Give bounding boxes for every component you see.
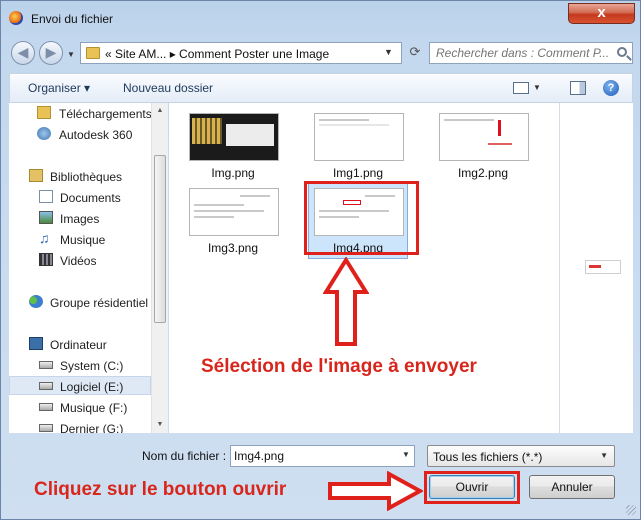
nav-item-label: Musique (60, 233, 106, 247)
nav-item-label: Images (60, 212, 100, 226)
back-button[interactable]: ◀ (11, 41, 35, 65)
view-options-chevron-icon[interactable]: ▼ (533, 83, 541, 92)
videos-icon (39, 253, 53, 266)
file-thumbnail (314, 113, 404, 161)
file-tile-img1[interactable]: Img1.png (310, 113, 406, 183)
navigation-pane: Téléchargements Autodesk 360 Bibliothèqu… (9, 103, 151, 433)
resize-grip-icon[interactable] (626, 505, 636, 515)
homegroup-icon (29, 295, 43, 308)
navigation-scrollbar[interactable]: ▲ ▼ (151, 103, 168, 433)
file-dialog-window: Envoi du fichier x ◀ ▶ ▼ « Site AM... ▸ … (0, 0, 641, 520)
filename-field[interactable]: ▼ (230, 445, 415, 467)
file-name-label: Img2.png (457, 166, 509, 180)
scroll-up-icon[interactable]: ▲ (154, 105, 166, 117)
up-arrow-annotation (323, 257, 369, 346)
nav-item-label: Documents (60, 191, 121, 205)
open-button[interactable]: Ouvrir (429, 475, 515, 499)
nav-item-label: Ordinateur (50, 338, 107, 352)
documents-icon (39, 190, 53, 203)
file-thumbnail (439, 113, 529, 161)
file-name-label: Img3.png (207, 241, 259, 255)
libraries-icon (29, 169, 43, 182)
right-arrow-annotation (328, 471, 423, 511)
download-folder-icon (37, 106, 51, 119)
filename-dropdown-chevron-icon[interactable]: ▼ (402, 450, 410, 459)
scrollbar-thumb[interactable] (154, 155, 166, 323)
annotation-selection-frame (304, 181, 419, 255)
music-icon: ♫ (39, 230, 50, 246)
title-bar: Envoi du fichier x (1, 1, 640, 33)
preview-pane (559, 103, 633, 433)
file-thumbnail (189, 188, 279, 236)
filename-label: Nom du fichier : (142, 449, 227, 463)
annotation-open-text: Cliquez sur le bouton ouvrir (34, 479, 287, 500)
nav-item-label: Bibliothèques (50, 170, 123, 184)
file-tile-img2[interactable]: Img2.png (435, 113, 531, 183)
annotation-selection-text: Sélection de l'image à envoyer (201, 356, 477, 377)
address-path[interactable]: « Site AM... ▸ Comment Poster une Image (105, 47, 329, 61)
help-icon[interactable]: ? (603, 80, 619, 96)
refresh-button[interactable]: ⟳ (403, 42, 427, 64)
filetype-value: Tous les fichiers (*.*) (433, 450, 543, 464)
firefox-icon (9, 11, 23, 25)
address-bar[interactable]: « Site AM... ▸ Comment Poster une Image … (80, 42, 402, 64)
nav-item-label: Musique (F:) (60, 401, 128, 415)
drive-icon (39, 382, 53, 390)
preview-thumbnail (585, 260, 621, 274)
search-box[interactable] (429, 42, 633, 64)
organise-button[interactable]: Organiser ▾ (28, 81, 90, 95)
filetype-select[interactable]: Tous les fichiers (*.*) ▼ (427, 445, 615, 467)
forward-button[interactable]: ▶ (39, 41, 63, 65)
drive-icon (39, 424, 53, 432)
toolbar: Organiser ▾ Nouveau dossier ▼ ? (9, 73, 633, 103)
nav-item-logiciel-e[interactable]: Logiciel (E:) (9, 376, 151, 395)
file-name-label: Img.png (211, 166, 255, 180)
nav-item-label: System (C:) (60, 359, 124, 373)
pictures-icon (39, 211, 53, 224)
folder-icon (86, 47, 100, 59)
drive-icon (39, 361, 53, 369)
nav-item-label: Vidéos (60, 254, 97, 268)
recent-locations-chevron-icon[interactable]: ▼ (67, 50, 75, 59)
search-input[interactable] (436, 43, 616, 63)
new-folder-button[interactable]: Nouveau dossier (123, 81, 213, 95)
file-thumbnail (189, 113, 279, 161)
window-title: Envoi du fichier (31, 12, 114, 26)
preview-pane-icon[interactable] (570, 81, 586, 95)
nav-item-label: Groupe résidentiel (50, 296, 149, 310)
nav-item-label: Dernier (G:) (60, 422, 124, 433)
nav-item-label: Autodesk 360 (59, 128, 133, 142)
file-name-label: Img1.png (332, 166, 384, 180)
address-dropdown-chevron-icon[interactable]: ▼ (384, 47, 393, 57)
scroll-down-icon[interactable]: ▼ (154, 419, 166, 431)
nav-item-label: Téléchargements (59, 107, 151, 121)
file-tile-img[interactable]: Img.png (185, 113, 281, 183)
search-icon[interactable] (617, 47, 627, 57)
close-button[interactable]: x (568, 3, 635, 24)
drive-icon (39, 403, 53, 411)
change-view-icon[interactable] (513, 82, 529, 94)
filetype-chevron-icon: ▼ (600, 451, 608, 460)
cloud-icon (37, 127, 51, 140)
cancel-button[interactable]: Annuler (529, 475, 615, 499)
computer-icon (29, 337, 43, 350)
nav-item-label: Logiciel (E:) (60, 380, 124, 394)
file-tile-img3[interactable]: Img3.png (185, 188, 281, 258)
filename-input[interactable] (234, 446, 384, 466)
